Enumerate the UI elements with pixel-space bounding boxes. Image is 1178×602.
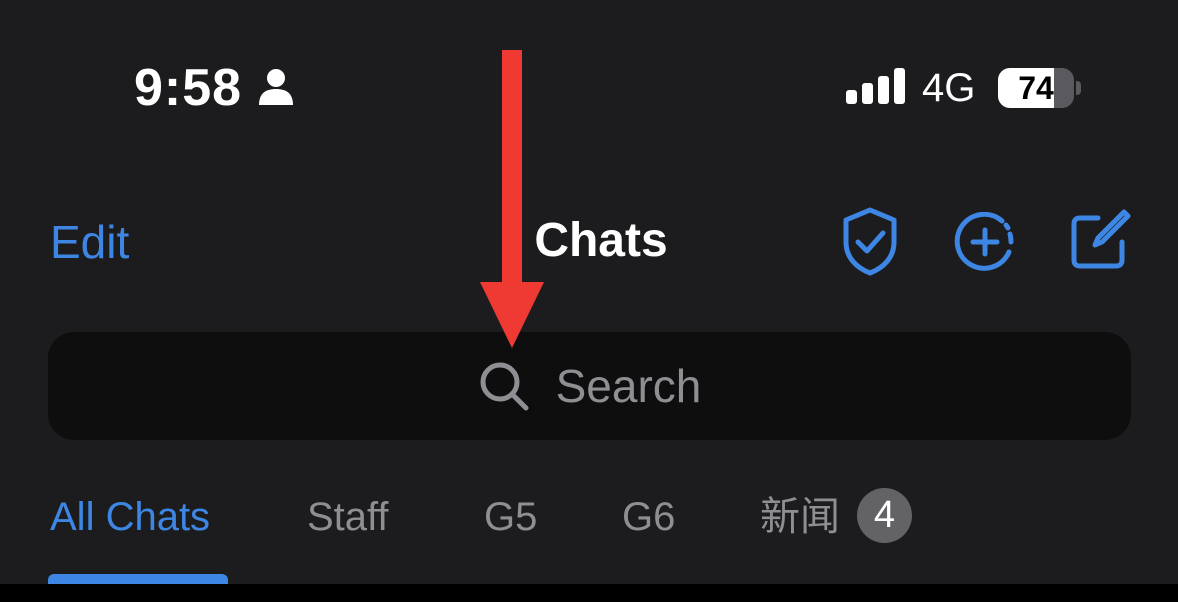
search-placeholder: Search [555,360,702,412]
status-bar: 9:58 4G 74 [0,0,1178,180]
battery-level: 74 [1018,70,1054,106]
tab-staff[interactable]: Staff [307,492,389,542]
tab-g5[interactable]: G5 [484,492,537,542]
unread-badge: 4 [857,488,912,543]
person-icon [259,69,293,105]
search-content: Search [48,332,1131,440]
add-story-icon[interactable] [952,212,1018,272]
cellular-signal-icon [846,68,905,104]
battery-tip [1076,81,1081,95]
tab-news[interactable]: 新闻 [760,492,840,542]
search-icon [480,362,529,411]
battery-icon: 74 [998,68,1084,108]
chats-screen: 9:58 4G 74 Edit Chats Search All Chats S… [0,0,1178,602]
tab-g6[interactable]: G6 [622,492,675,542]
search-input[interactable]: Search [48,332,1131,440]
tab-all-chats[interactable]: All Chats [50,492,210,542]
folder-tabs: All Chats Staff G5 G6 新闻 [0,484,1178,584]
network-type: 4G [922,66,976,110]
battery-body: 74 [998,68,1074,108]
status-time: 9:58 [134,59,243,117]
shield-check-icon[interactable] [840,206,900,276]
compose-icon[interactable] [1068,208,1132,272]
bottom-divider [0,584,1178,602]
